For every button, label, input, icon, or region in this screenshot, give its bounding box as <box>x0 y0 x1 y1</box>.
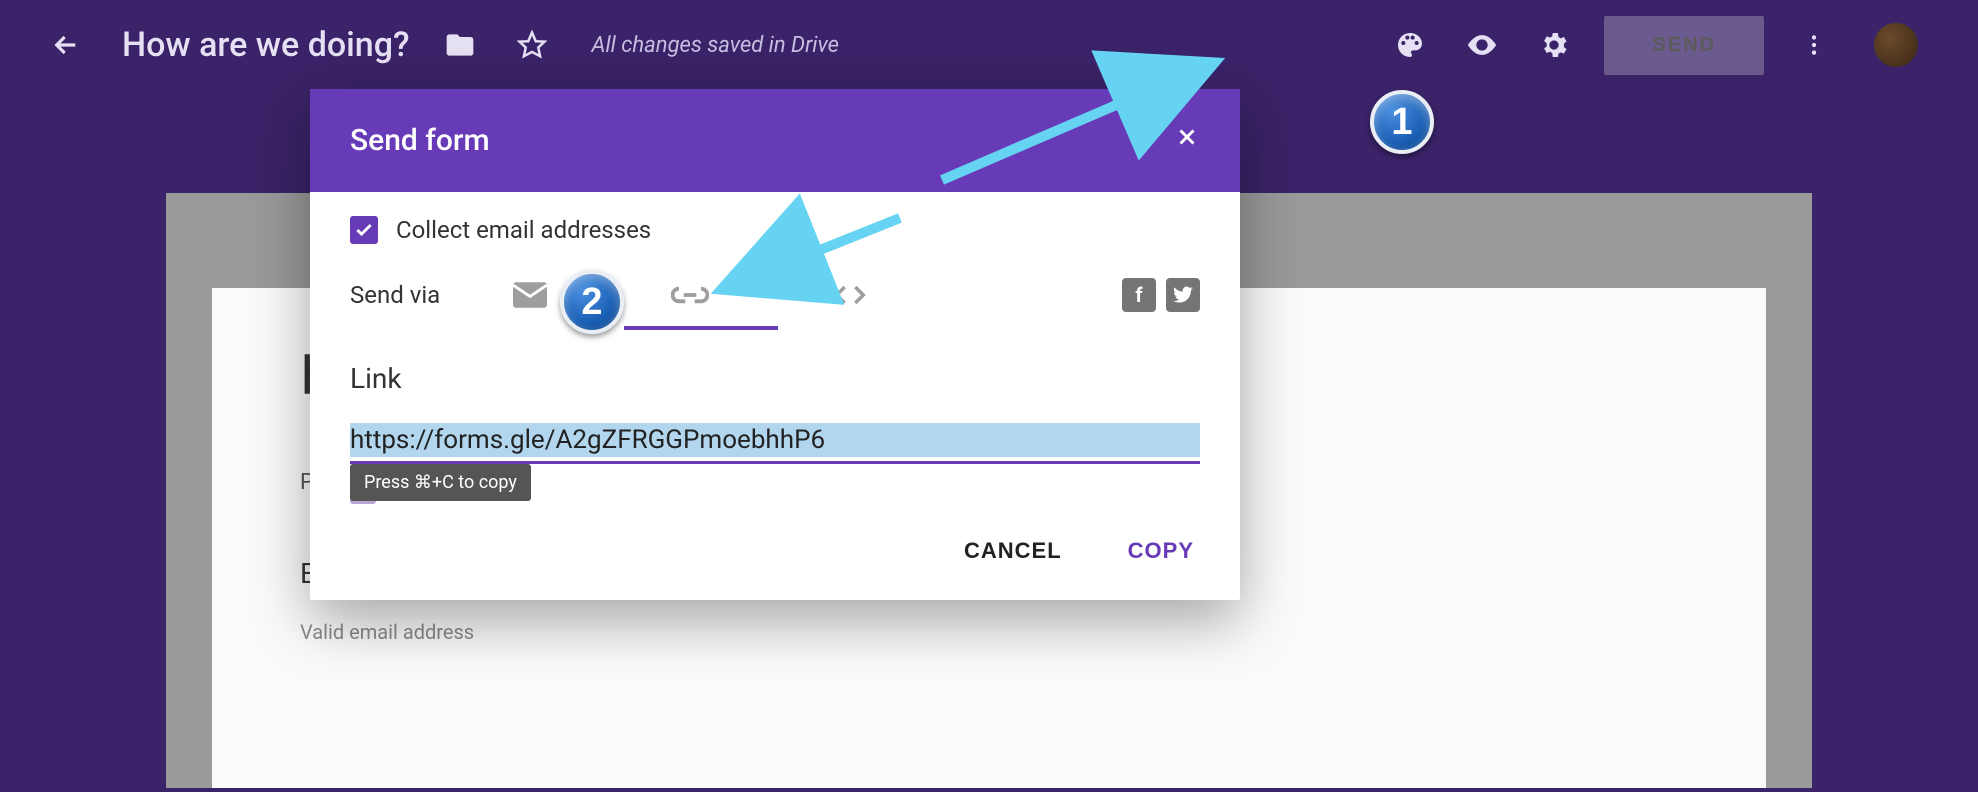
save-status: All changes saved in Drive <box>592 33 839 58</box>
send-via-row: Send via f <box>350 278 1200 312</box>
dialog-actions: CANCEL COPY <box>350 530 1200 572</box>
social-share: f <box>1122 278 1200 312</box>
star-icon[interactable] <box>510 23 554 67</box>
account-avatar[interactable] <box>1874 23 1918 67</box>
send-form-dialog: Send form Collect email addresses Send v… <box>310 89 1240 600</box>
palette-icon[interactable] <box>1388 23 1432 67</box>
facebook-share-icon[interactable]: f <box>1122 278 1156 312</box>
send-via-link-icon[interactable] <box>670 279 710 311</box>
dialog-title: Send form <box>350 123 490 158</box>
active-tab-underline <box>624 326 778 330</box>
send-via-label: Send via <box>350 281 500 309</box>
twitter-share-icon[interactable] <box>1166 278 1200 312</box>
dialog-header: Send form <box>310 89 1240 192</box>
more-vert-icon[interactable] <box>1792 23 1836 67</box>
settings-gear-icon[interactable] <box>1532 23 1576 67</box>
form-title[interactable]: How are we doing? <box>122 25 410 65</box>
preview-eye-icon[interactable] <box>1460 23 1504 67</box>
collect-emails-checkbox[interactable] <box>350 216 378 244</box>
annotation-badge-1: 1 <box>1370 90 1434 154</box>
email-hint: Valid email address <box>300 620 1678 644</box>
link-url-input[interactable] <box>350 423 1200 457</box>
send-via-tabs: f <box>510 278 1200 312</box>
collect-emails-label: Collect email addresses <box>396 216 651 244</box>
send-via-embed-icon[interactable] <box>830 279 870 311</box>
folder-icon[interactable] <box>438 23 482 67</box>
app-bar: How are we doing? All changes saved in D… <box>0 0 1978 90</box>
collect-emails-row: Collect email addresses <box>350 216 1200 244</box>
copy-tooltip: Press ⌘+C to copy <box>350 464 531 501</box>
link-input-wrap <box>350 423 1200 464</box>
close-icon[interactable] <box>1174 123 1200 158</box>
cancel-button[interactable]: CANCEL <box>958 530 1068 572</box>
back-arrow-icon[interactable] <box>44 23 88 67</box>
link-section-label: Link <box>350 362 1200 395</box>
send-via-email-icon[interactable] <box>510 279 550 311</box>
copy-button[interactable]: COPY <box>1122 530 1200 572</box>
send-button[interactable]: SEND <box>1604 16 1764 75</box>
